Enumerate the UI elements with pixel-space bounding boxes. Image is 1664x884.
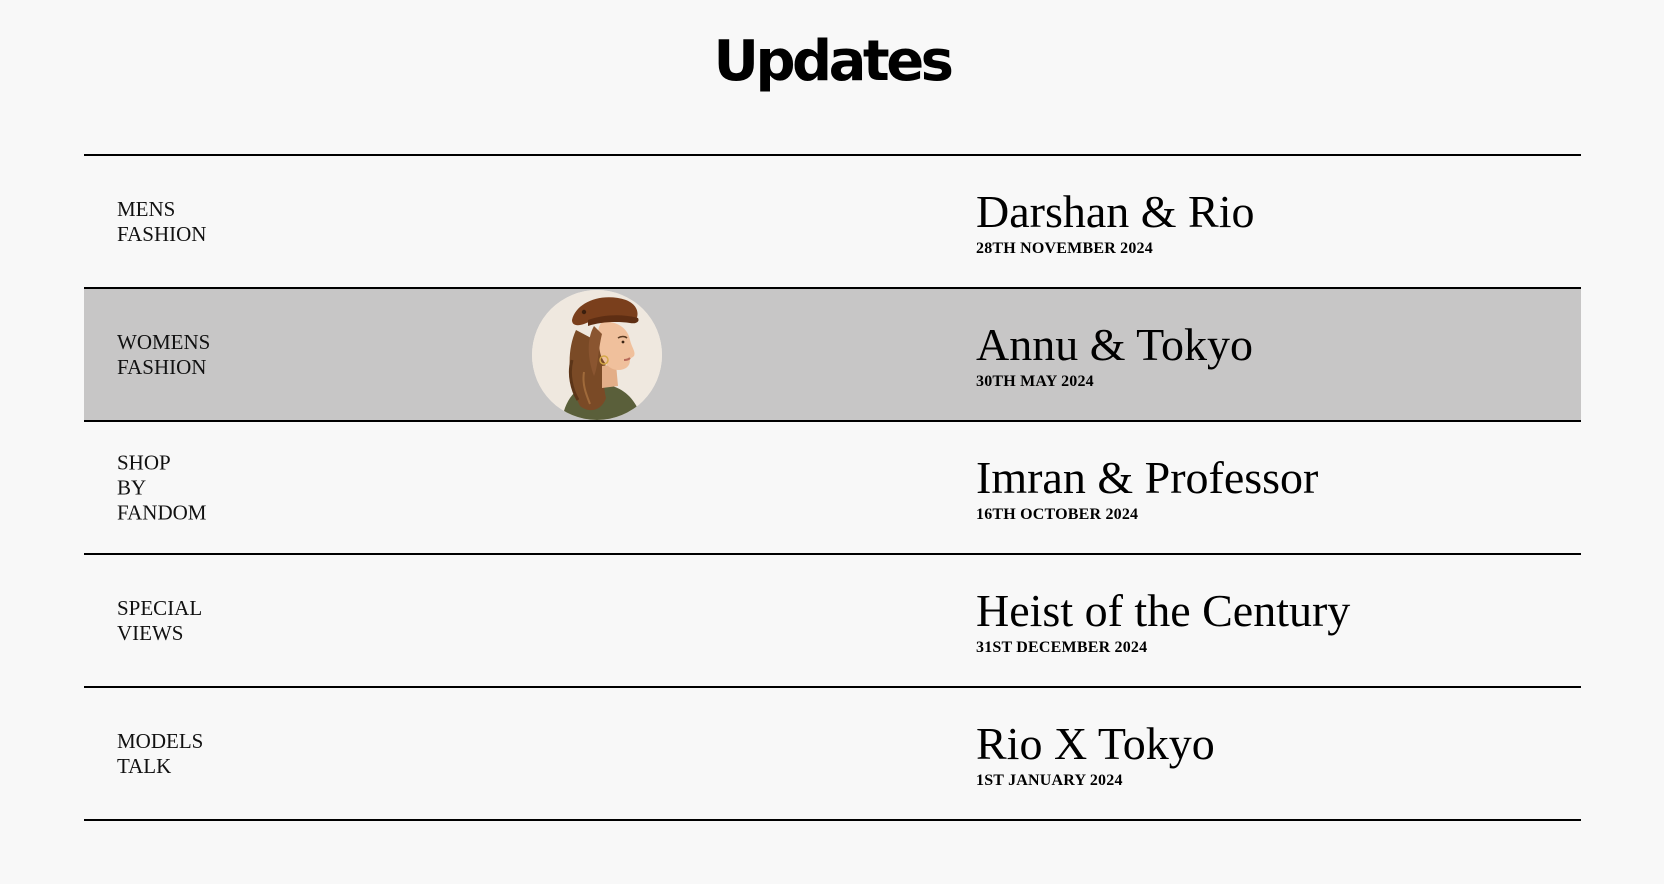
row-date: 16TH OCTOBER 2024 <box>976 506 1139 523</box>
row-title-block: Imran & Professor 16TH OCTOBER 2024 <box>976 455 1566 524</box>
row-category-line: BY <box>117 475 147 499</box>
row-date: 31ST DECEMBER 2024 <box>976 639 1148 656</box>
updates-list: MENS FASHION Darshan & Rio 28TH NOVEMBER… <box>84 154 1581 821</box>
update-row-darshan-rio[interactable]: MENS FASHION Darshan & Rio 28TH NOVEMBER… <box>84 156 1581 289</box>
row-title-block: Annu & Tokyo 30TH MAY 2024 <box>976 322 1566 391</box>
row-category[interactable]: WOMENS FASHION <box>117 330 377 380</box>
row-category[interactable]: SHOP BY FANDOM <box>117 450 377 525</box>
row-category-line: SPECIAL <box>117 595 203 620</box>
row-date: 28TH NOVEMBER 2024 <box>976 240 1153 257</box>
row-title[interactable]: Darshan & Rio <box>976 189 1566 235</box>
row-category-line: FASHION <box>117 354 207 379</box>
row-category-line: MODELS <box>117 728 204 753</box>
row-category[interactable]: MENS FASHION <box>117 197 377 247</box>
update-row-heist-of-the-century[interactable]: SPECIAL VIEWS Heist of the Century 31ST … <box>84 555 1581 688</box>
row-category[interactable]: SPECIAL VIEWS <box>117 596 377 646</box>
row-thumbnail-image <box>532 290 662 420</box>
row-category-line: FASHION <box>117 221 207 246</box>
row-category-line: SHOP <box>117 450 171 474</box>
row-title[interactable]: Rio X Tokyo <box>976 721 1566 767</box>
row-title-block: Rio X Tokyo 1ST JANUARY 2024 <box>976 721 1566 790</box>
row-category-line: FANDOM <box>117 500 207 524</box>
row-date: 1ST JANUARY 2024 <box>976 772 1123 789</box>
row-category-line: WOMENS <box>117 329 211 354</box>
row-title[interactable]: Imran & Professor <box>976 455 1566 501</box>
row-category-line: MENS <box>117 196 176 221</box>
row-category-line: VIEWS <box>117 620 184 645</box>
row-category[interactable]: MODELS TALK <box>117 729 377 779</box>
row-title-block: Darshan & Rio 28TH NOVEMBER 2024 <box>976 189 1566 258</box>
row-date: 30TH MAY 2024 <box>976 373 1094 390</box>
row-category-line: TALK <box>117 753 172 778</box>
update-row-rio-x-tokyo[interactable]: MODELS TALK Rio X Tokyo 1ST JANUARY 2024 <box>84 688 1581 821</box>
row-title[interactable]: Annu & Tokyo <box>976 322 1566 368</box>
row-title-block: Heist of the Century 31ST DECEMBER 2024 <box>976 588 1566 657</box>
update-row-imran-professor[interactable]: SHOP BY FANDOM Imran & Professor 16TH OC… <box>84 422 1581 555</box>
page-title: Updates <box>713 29 954 94</box>
update-row-annu-tokyo[interactable]: WOMENS FASHION Annu & Tokyo 30TH MAY 202… <box>84 289 1581 422</box>
row-title[interactable]: Heist of the Century <box>976 588 1566 634</box>
woman-portrait-illustration <box>532 290 662 420</box>
